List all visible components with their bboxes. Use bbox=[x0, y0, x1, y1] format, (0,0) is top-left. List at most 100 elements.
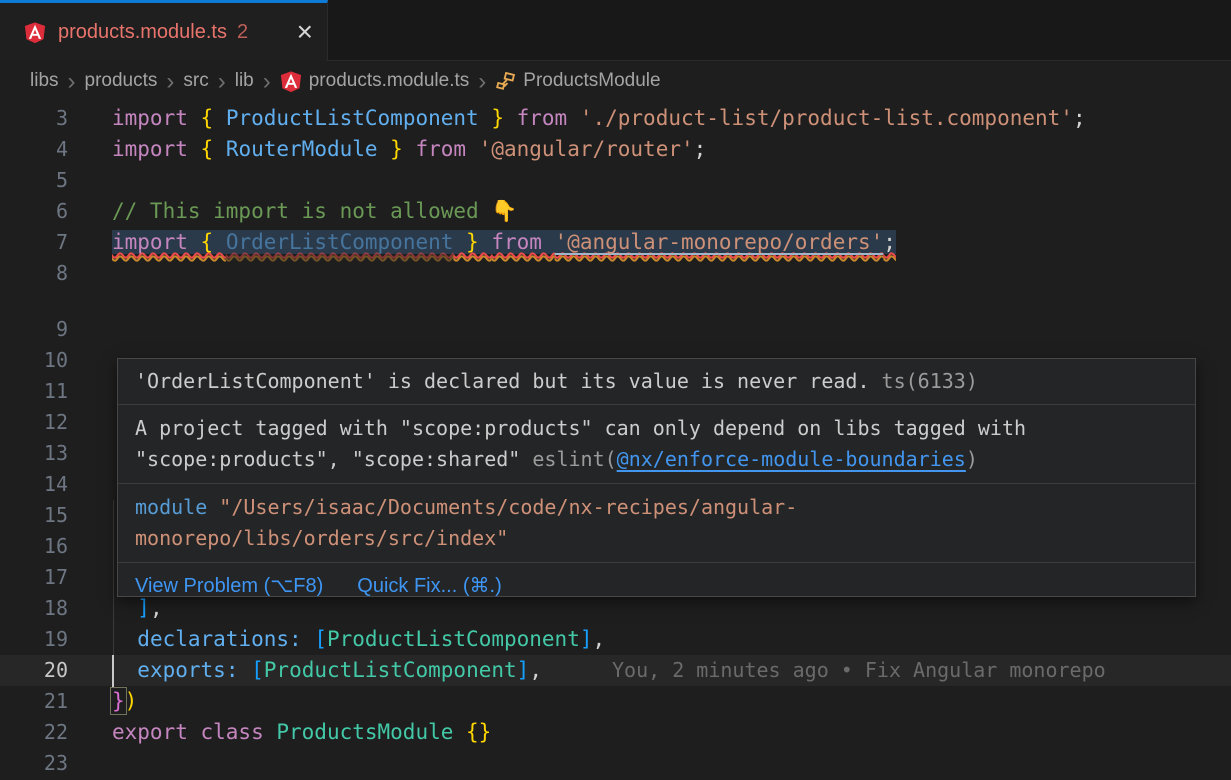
code-token: import bbox=[112, 106, 201, 130]
breadcrumb-label: products bbox=[85, 70, 158, 92]
code-line[interactable]: export class ProductsModule {} bbox=[112, 717, 491, 748]
code-token: OrderListComponent bbox=[226, 230, 454, 254]
code-token: ; bbox=[1073, 106, 1086, 130]
breadcrumb-separator: › bbox=[218, 72, 226, 91]
code-token: from bbox=[491, 230, 554, 254]
code-token bbox=[302, 627, 315, 651]
code-token: [ bbox=[314, 627, 327, 651]
code-line[interactable]: }) bbox=[112, 686, 137, 717]
breadcrumb-item-products.module.ts[interactable]: products.module.ts bbox=[280, 70, 470, 93]
tab-strip: products.module.ts 2 × bbox=[0, 0, 1231, 61]
code-line[interactable]: import { RouterModule } from '@angular/r… bbox=[112, 134, 706, 165]
code-token: import bbox=[112, 137, 201, 161]
code-token: ProductListComponent bbox=[226, 106, 479, 130]
code-token: 'OrderListComponent' is declared but its… bbox=[135, 369, 882, 393]
view-problem-link[interactable]: View Problem (⌥F8) bbox=[135, 573, 323, 598]
breadcrumb-item-libs[interactable]: libs bbox=[30, 70, 59, 92]
code-token: : bbox=[226, 658, 239, 682]
hover-eslint-error: A project tagged with "scope:products" c… bbox=[118, 405, 1195, 483]
code-token: } bbox=[112, 689, 125, 713]
breadcrumb-label: lib bbox=[235, 70, 254, 92]
code-token: from bbox=[415, 137, 478, 161]
breadcrumb-label: products.module.ts bbox=[309, 70, 470, 92]
line-number: 23 bbox=[0, 748, 68, 779]
code-line[interactable]: import { ProductListComponent } from './… bbox=[112, 103, 1086, 134]
code-token: './product-list/product-list.component' bbox=[580, 106, 1073, 130]
code-token: } bbox=[479, 106, 517, 130]
angular-icon bbox=[280, 70, 302, 93]
hover-text-line: A project tagged with "scope:products" c… bbox=[135, 413, 1178, 444]
line-number: 16 bbox=[0, 531, 68, 562]
code-token: ; bbox=[694, 137, 707, 161]
code-token: ] bbox=[517, 658, 530, 682]
code-token: exports bbox=[137, 658, 226, 682]
line-number: 18 bbox=[0, 593, 68, 624]
angular-icon bbox=[24, 21, 46, 44]
breadcrumb-separator: › bbox=[68, 72, 76, 91]
code-token: RouterModule bbox=[226, 137, 378, 161]
code-line[interactable]: import { OrderListComponent } from '@ang… bbox=[112, 227, 896, 258]
editor[interactable]: 34567891011121314151617181920212223 impo… bbox=[0, 100, 1231, 780]
hover-highlight-range: import { OrderListComponent } from '@ang… bbox=[112, 230, 896, 254]
code-token: "scope:products", "scope:shared" bbox=[135, 447, 532, 471]
code-token: eslint( bbox=[532, 447, 616, 471]
line-number: 8 bbox=[0, 258, 68, 289]
line-number: 14 bbox=[0, 469, 68, 500]
code-token: ts(6133) bbox=[882, 369, 978, 393]
code-token: , bbox=[529, 658, 542, 682]
code-line[interactable]: declarations: [ProductListComponent], bbox=[112, 624, 605, 655]
code-token: '@angular-monorepo/orders' bbox=[555, 230, 884, 254]
close-icon[interactable]: × bbox=[297, 22, 313, 42]
code-token: ProductListComponent bbox=[264, 658, 517, 682]
line-number: 9 bbox=[0, 314, 68, 345]
line-number: 13 bbox=[0, 438, 68, 469]
line-number: 21 bbox=[0, 686, 68, 717]
breadcrumb-item-products[interactable]: products bbox=[85, 70, 158, 92]
hover-ts-error: 'OrderListComponent' is declared but its… bbox=[118, 359, 1195, 404]
code-token: [ bbox=[251, 658, 264, 682]
breadcrumb-item-src[interactable]: src bbox=[183, 70, 208, 92]
code-token: 👇 bbox=[491, 199, 517, 223]
line-number: 15 bbox=[0, 500, 68, 531]
code-token: monorepo/libs/orders/src/index" bbox=[135, 526, 508, 550]
breadcrumb-label: ProductsModule bbox=[523, 70, 660, 92]
code-line[interactable]: // This import is not allowed 👇 bbox=[112, 196, 517, 227]
code-token: } bbox=[378, 137, 416, 161]
tab-error-count-badge: 2 bbox=[237, 21, 248, 44]
hover-text-line: "scope:products", "scope:shared" eslint(… bbox=[135, 444, 1178, 475]
code-token: ) bbox=[125, 689, 138, 713]
breadcrumb-separator: › bbox=[263, 72, 271, 91]
code-token: { bbox=[201, 230, 226, 254]
quick-fix-link[interactable]: Quick Fix... (⌘.) bbox=[357, 573, 501, 598]
breadcrumb-item-lib[interactable]: lib bbox=[235, 70, 254, 92]
line-number: 5 bbox=[0, 165, 68, 196]
code-token: { bbox=[201, 137, 226, 161]
breadcrumb: libs›products›src›lib›products.module.ts… bbox=[0, 62, 1231, 100]
code-token: '@angular/router' bbox=[479, 137, 694, 161]
tab-products-module[interactable]: products.module.ts 2 × bbox=[0, 0, 328, 61]
hover-module-path: module "/Users/isaac/Documents/code/nx-r… bbox=[118, 484, 1195, 562]
breadcrumb-label: src bbox=[183, 70, 208, 92]
line-number: 17 bbox=[0, 562, 68, 593]
code-token: // This import is not allowed bbox=[112, 199, 491, 223]
code-token: @nx/enforce-module-boundaries bbox=[617, 447, 966, 471]
git-blame-annotation: You, 2 minutes ago • Fix Angular monorep… bbox=[612, 655, 1106, 686]
hover-text-line: monorepo/libs/orders/src/index" bbox=[135, 523, 1178, 554]
code-token bbox=[112, 658, 137, 682]
code-token: export class bbox=[112, 720, 276, 744]
code-line[interactable]: exports: [ProductListComponent], bbox=[112, 655, 542, 686]
code-token: , bbox=[593, 627, 606, 651]
line-number: 22 bbox=[0, 717, 68, 748]
code-token: : bbox=[289, 627, 302, 651]
error-squiggle: import { OrderListComponent } from '@ang… bbox=[112, 230, 896, 254]
code-token: A project tagged with "scope:products" c… bbox=[135, 416, 1026, 440]
breadcrumb-item-productsmodule[interactable]: ProductsModule bbox=[495, 70, 660, 92]
error-hover-tooltip: 'OrderListComponent' is declared but its… bbox=[117, 358, 1196, 597]
code-token: } bbox=[453, 230, 491, 254]
code-token: declarations bbox=[137, 627, 289, 651]
line-number: 20 bbox=[0, 655, 68, 686]
hover-actions: View Problem (⌥F8) Quick Fix... (⌘.) bbox=[118, 563, 1195, 607]
line-number: 10 bbox=[0, 345, 68, 376]
code-token: ; bbox=[883, 230, 896, 254]
code-token bbox=[112, 627, 137, 651]
